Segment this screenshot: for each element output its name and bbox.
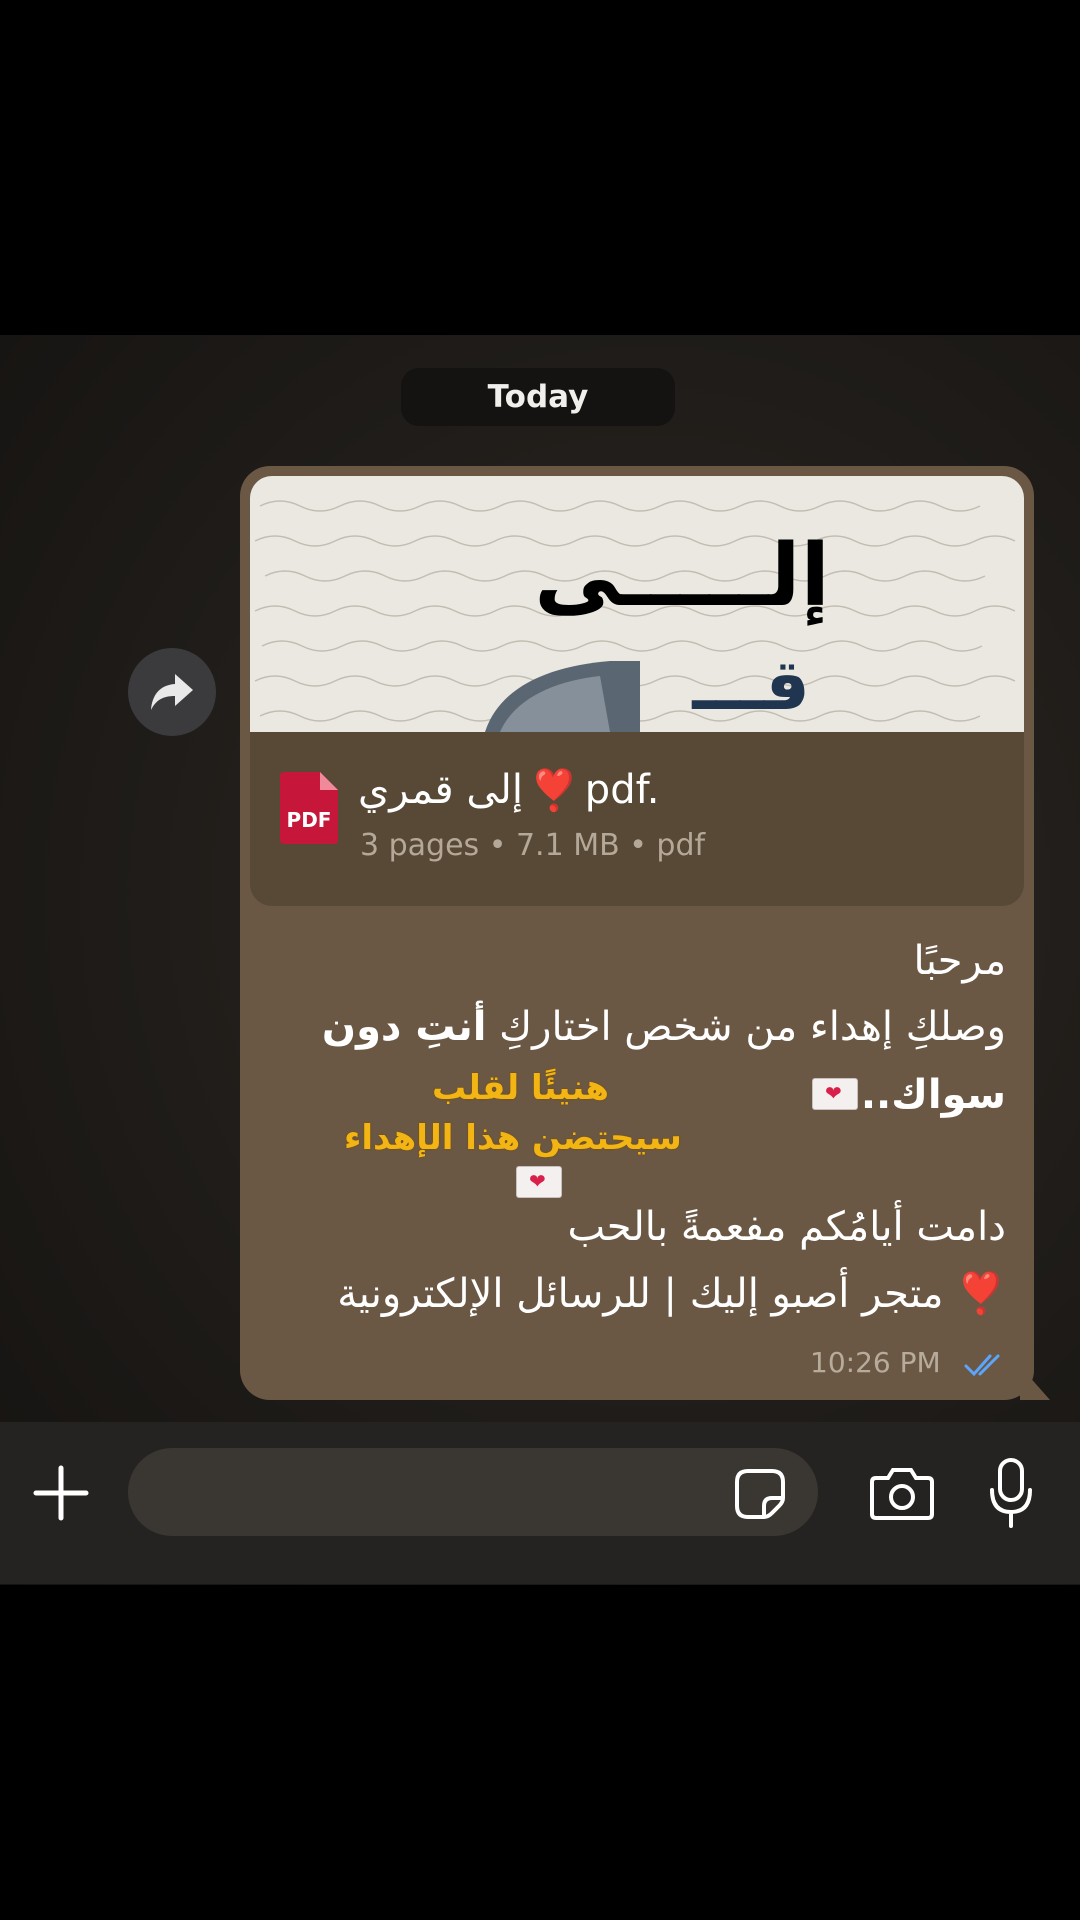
envelope-heart-icon (516, 1166, 562, 1198)
message-line-greeting: مرحبًا (913, 938, 1006, 984)
sticker-icon[interactable] (734, 1468, 786, 1520)
message-line-2-bold: أنتِ دون (321, 1004, 487, 1050)
pdf-attachment[interactable]: إلـــــى قـــ PDF إلى قمري ❣️ pdf. 3 pag… (250, 476, 1024, 906)
message-line-2: وصلكِ إهداء من شخص اختاركِ أنتِ دون (322, 1004, 1006, 1050)
message-line-5: ❣️ متجر أصبو إليك | للرسائل الإلكترونية (337, 1270, 1006, 1317)
message-line-4: دامت أيامُكم مفعمةً بالحب (567, 1204, 1006, 1250)
gold-text-line-2: سيحتضن هذا الإهداء (344, 1118, 682, 1158)
file-name-emoji: ❣️ (528, 767, 579, 814)
camera-icon[interactable] (870, 1466, 934, 1520)
preview-subheading: قـــ (692, 644, 810, 726)
message-line-2-text: وصلكِ إهداء من شخص اختاركِ (499, 1004, 1006, 1050)
message-line-5-text: متجر أصبو إليك | للرسائل الإلكترونية (337, 1271, 944, 1317)
double-check-icon (964, 1354, 1000, 1377)
pdf-type-badge: PDF (286, 808, 332, 832)
gold-text-line-1: هنيئًا لقلب (432, 1068, 609, 1108)
date-chip: Today (401, 368, 675, 426)
envelope-heart-icon (812, 1078, 858, 1110)
message-timestamp: 10:26 PM (810, 1346, 941, 1379)
message-input[interactable] (128, 1448, 818, 1536)
preview-heading: إلـــــى (534, 526, 830, 626)
message-line-5-emoji: ❣️ (956, 1271, 1006, 1317)
pdf-preview[interactable]: إلـــــى قـــ (250, 476, 1024, 732)
message-line-3: سواك.. (860, 1072, 1006, 1118)
file-name-text: إلى قمري (358, 767, 523, 813)
file-name: إلى قمري ❣️ pdf. (358, 760, 778, 820)
plus-icon[interactable] (32, 1464, 90, 1522)
forward-button[interactable] (128, 648, 216, 736)
microphone-icon[interactable] (988, 1458, 1034, 1530)
file-name-ext: pdf. (584, 767, 660, 813)
file-meta: 3 pages • 7.1 MB • pdf (360, 828, 706, 863)
bubble-tail (1020, 1366, 1050, 1400)
forward-icon (151, 674, 193, 710)
